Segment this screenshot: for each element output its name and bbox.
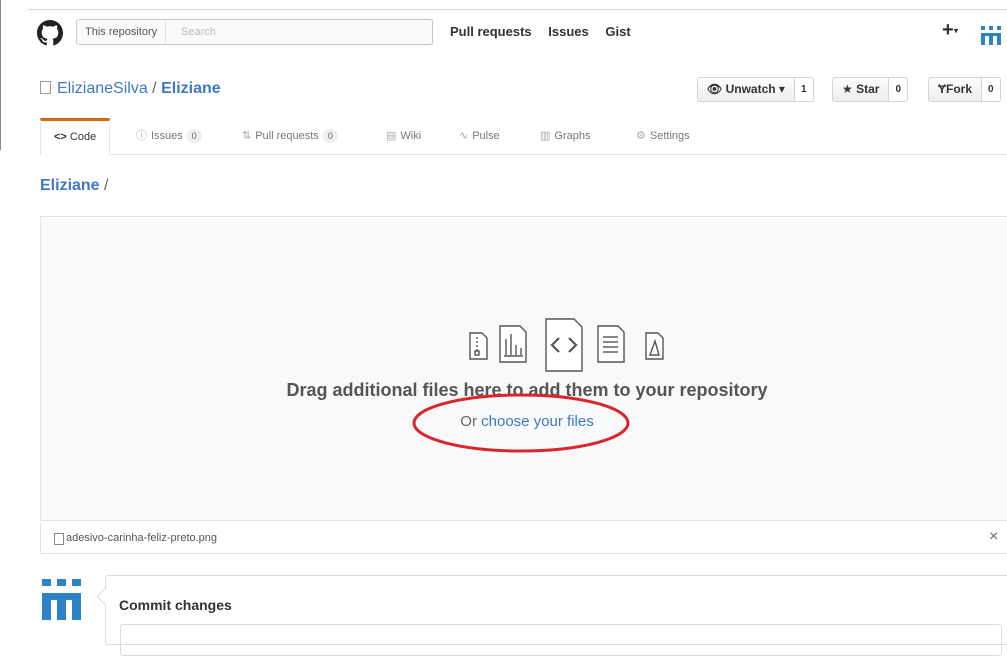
caret-down-icon: ▾ (953, 25, 959, 36)
remove-file-button[interactable]: × (989, 528, 998, 546)
nav-gist[interactable]: Gist (605, 24, 630, 39)
unwatch-button[interactable]: 👁 Unwatch ▾ (697, 77, 795, 102)
tab-label: Settings (649, 130, 690, 142)
file-icon (54, 533, 64, 545)
tab-graphs[interactable]: ▥ Graphs (540, 118, 590, 154)
commit-message-input[interactable] (120, 624, 1002, 656)
breadcrumb-slash: / (104, 177, 109, 194)
site-header: This repository Search Pull requests Iss… (0, 10, 1007, 54)
search-placeholder: Search (181, 26, 216, 38)
tab-label: Pulse (472, 130, 500, 142)
pull-request-icon: ⇅ (242, 130, 252, 142)
issue-icon: ⓘ (136, 130, 147, 142)
issues-count-badge: 0 (186, 129, 202, 143)
repo-owner-link[interactable]: ElizianeSilva (57, 80, 148, 97)
commit-changes-heading: Commit changes (119, 597, 232, 613)
unwatch-label: Unwatch ▾ (725, 82, 785, 96)
nav-pull-requests[interactable]: Pull requests (450, 24, 532, 39)
eye-icon: 👁 (707, 82, 723, 96)
fork-label: Fork (946, 82, 973, 96)
gear-icon: ⚙ (636, 130, 646, 142)
pull-requests-count-badge: 0 (322, 129, 338, 143)
tab-label: Pull requests (255, 130, 319, 142)
tab-pull-requests[interactable]: ⇅ Pull requests 0 (242, 118, 338, 154)
create-new-menu[interactable]: +▾ (942, 20, 958, 41)
star-group: ★ Star 0 (832, 77, 909, 102)
pulse-icon: ∿ (459, 130, 469, 142)
star-button[interactable]: ★ Star (832, 77, 890, 102)
tab-wiki[interactable]: ▤ Wiki (386, 118, 421, 154)
fork-button[interactable]: ɎFork (928, 77, 983, 102)
panel-arrow (96, 587, 115, 606)
forks-count[interactable]: 0 (982, 77, 1001, 102)
uploaded-file-row: adesivo-carinha-feliz-preto.png × (40, 522, 1007, 554)
search-scope-label: This repository (77, 20, 167, 44)
file-drop-zone[interactable]: Drag additional files here to add them t… (40, 216, 1007, 521)
tab-label: Issues (151, 130, 183, 142)
tab-settings[interactable]: ⚙ Settings (636, 118, 690, 154)
tab-issues[interactable]: ⓘ Issues 0 (136, 118, 202, 154)
tab-pulse[interactable]: ∿ Pulse (459, 118, 500, 154)
watchers-count[interactable]: 1 (794, 77, 814, 102)
breadcrumb: Eliziane / (40, 177, 108, 195)
uploaded-file-name: adesivo-carinha-feliz-preto.png (66, 532, 218, 544)
book-icon: ▤ (386, 130, 397, 142)
repo-icon (40, 81, 51, 94)
repo-name-link[interactable]: Eliziane (161, 80, 221, 97)
red-highlight-circle (412, 393, 630, 453)
user-avatar-large[interactable] (40, 578, 84, 620)
user-avatar[interactable] (980, 25, 1002, 45)
fork-group: ɎFork 0 (928, 77, 1001, 102)
code-icon: <> (54, 131, 67, 143)
star-icon: ★ (842, 82, 853, 96)
repo-tabs: <> Code ⓘ Issues 0 ⇅ Pull requests 0 ▤ Wiki ∿… (40, 118, 1007, 155)
file-types-icon (469, 318, 664, 372)
repo-title: ElizianeSilva / Eliziane (40, 80, 221, 98)
breadcrumb-repo-link[interactable]: Eliziane (40, 177, 100, 194)
watch-group: 👁 Unwatch ▾ 1 (697, 77, 814, 102)
tab-code[interactable]: <> Code (40, 118, 111, 155)
star-label: Star (856, 82, 880, 96)
stars-count[interactable]: 0 (889, 77, 909, 102)
fork-icon: Ɏ (938, 82, 947, 96)
graph-icon: ▥ (540, 130, 551, 142)
tab-label: Graphs (554, 130, 591, 142)
repo-separator: / (152, 80, 157, 97)
tab-label: Code (69, 131, 97, 143)
top-navigation: Pull requests Issues Gist (450, 24, 644, 39)
tab-label: Wiki (400, 130, 422, 142)
nav-issues[interactable]: Issues (548, 24, 588, 39)
commit-changes-panel: Commit changes (96, 575, 1007, 656)
search-input[interactable]: This repository Search (76, 19, 433, 45)
github-logo-icon[interactable] (37, 20, 63, 46)
plus-icon: + (942, 19, 954, 41)
